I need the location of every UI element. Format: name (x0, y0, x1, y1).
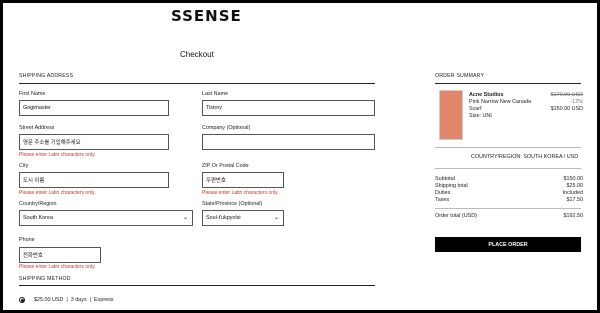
shipping-total-label: Shipping total (435, 183, 468, 189)
street-address-field[interactable]: 영문 주소를 기입해주세요 (19, 134, 169, 150)
shipping-option-radio[interactable] (19, 297, 25, 303)
divider (435, 208, 581, 209)
zip-field[interactable]: 우편번호 (202, 172, 284, 188)
order-total-value: $192.50 (563, 213, 584, 219)
product-brand[interactable]: Acne Studios (469, 92, 503, 98)
street-address-error: Please enter Latin characters only. (19, 152, 96, 158)
place-order-button[interactable]: PLACE ORDER (435, 237, 581, 252)
divider (19, 285, 375, 286)
divider (435, 168, 581, 169)
shipping-total-value: $25.00 (566, 183, 584, 189)
country-region-line: COUNTRY/REGION: SOUTH KOREA / USD (471, 154, 579, 160)
company-label: Company (Optional) (202, 125, 251, 131)
first-name-field[interactable]: Gogimaster (19, 100, 169, 116)
city-field[interactable]: 도시 이름 (19, 172, 169, 188)
country-select[interactable]: South Korea ⌄ (19, 210, 193, 226)
street-address-label: Street Address (19, 125, 55, 131)
state-label: State/Province (Optional) (202, 201, 263, 207)
phone-field[interactable]: 전화번호 (19, 247, 101, 263)
country-label: Country/Region (19, 201, 57, 207)
original-price: $170.00 USD (550, 92, 583, 98)
taxes-value: $17.50 (566, 197, 584, 203)
product-size: Size: UNI (469, 113, 492, 119)
chevron-down-icon: ⌄ (182, 215, 188, 221)
taxes-label: Taxes (435, 197, 450, 203)
divider (435, 147, 581, 148)
subtotal-label: Subtotal (435, 176, 455, 182)
order-summary-heading: ORDER SUMMARY (435, 73, 485, 79)
subtotal-value: $150.00 (563, 176, 584, 182)
chevron-down-icon: ⌄ (273, 215, 279, 221)
ssense-logo[interactable]: SSENSE (171, 7, 242, 25)
state-value: Soul-t'ukpyolsi (206, 215, 241, 221)
order-total-label: Order total (USD) (435, 213, 477, 219)
zip-error: Please enter Latin characters only. (202, 190, 279, 196)
product-image[interactable] (439, 90, 463, 140)
page-title: Checkout (180, 50, 214, 59)
last-name-label: Last Name (202, 91, 229, 97)
divider (435, 83, 581, 84)
city-label: City (19, 163, 29, 169)
phone-error: Please enter Latin characters only. (19, 264, 96, 270)
product-name-line1: Pink Narrow New Canada (469, 99, 532, 105)
shipping-method-heading: SHIPPING METHOD (19, 276, 71, 282)
shipping-address-heading: SHIPPING ADDRESS (19, 73, 74, 79)
zip-label: ZIP Or Postal Code (202, 163, 249, 169)
discount-badge: -12% (570, 99, 583, 105)
country-value: South Korea (23, 215, 53, 221)
company-field[interactable] (202, 134, 375, 150)
shipping-option-label[interactable]: $25.00 USD | 3 days | Express (34, 297, 114, 303)
product-price: $150.00 USD (550, 106, 583, 112)
divider (19, 83, 375, 84)
last-name-field[interactable]: Tistory (202, 100, 375, 116)
state-select[interactable]: Soul-t'ukpyolsi ⌄ (202, 210, 284, 226)
duties-value: Included (562, 190, 583, 196)
city-error: Please enter Latin characters only. (19, 190, 96, 196)
product-name-line2: Scarf (469, 106, 482, 112)
checkout-page: SSENSE Checkout SHIPPING ADDRESS First N… (3, 3, 597, 310)
duties-label: Duties (435, 190, 451, 196)
phone-label: Phone (19, 237, 35, 243)
first-name-label: First Name (19, 91, 46, 97)
